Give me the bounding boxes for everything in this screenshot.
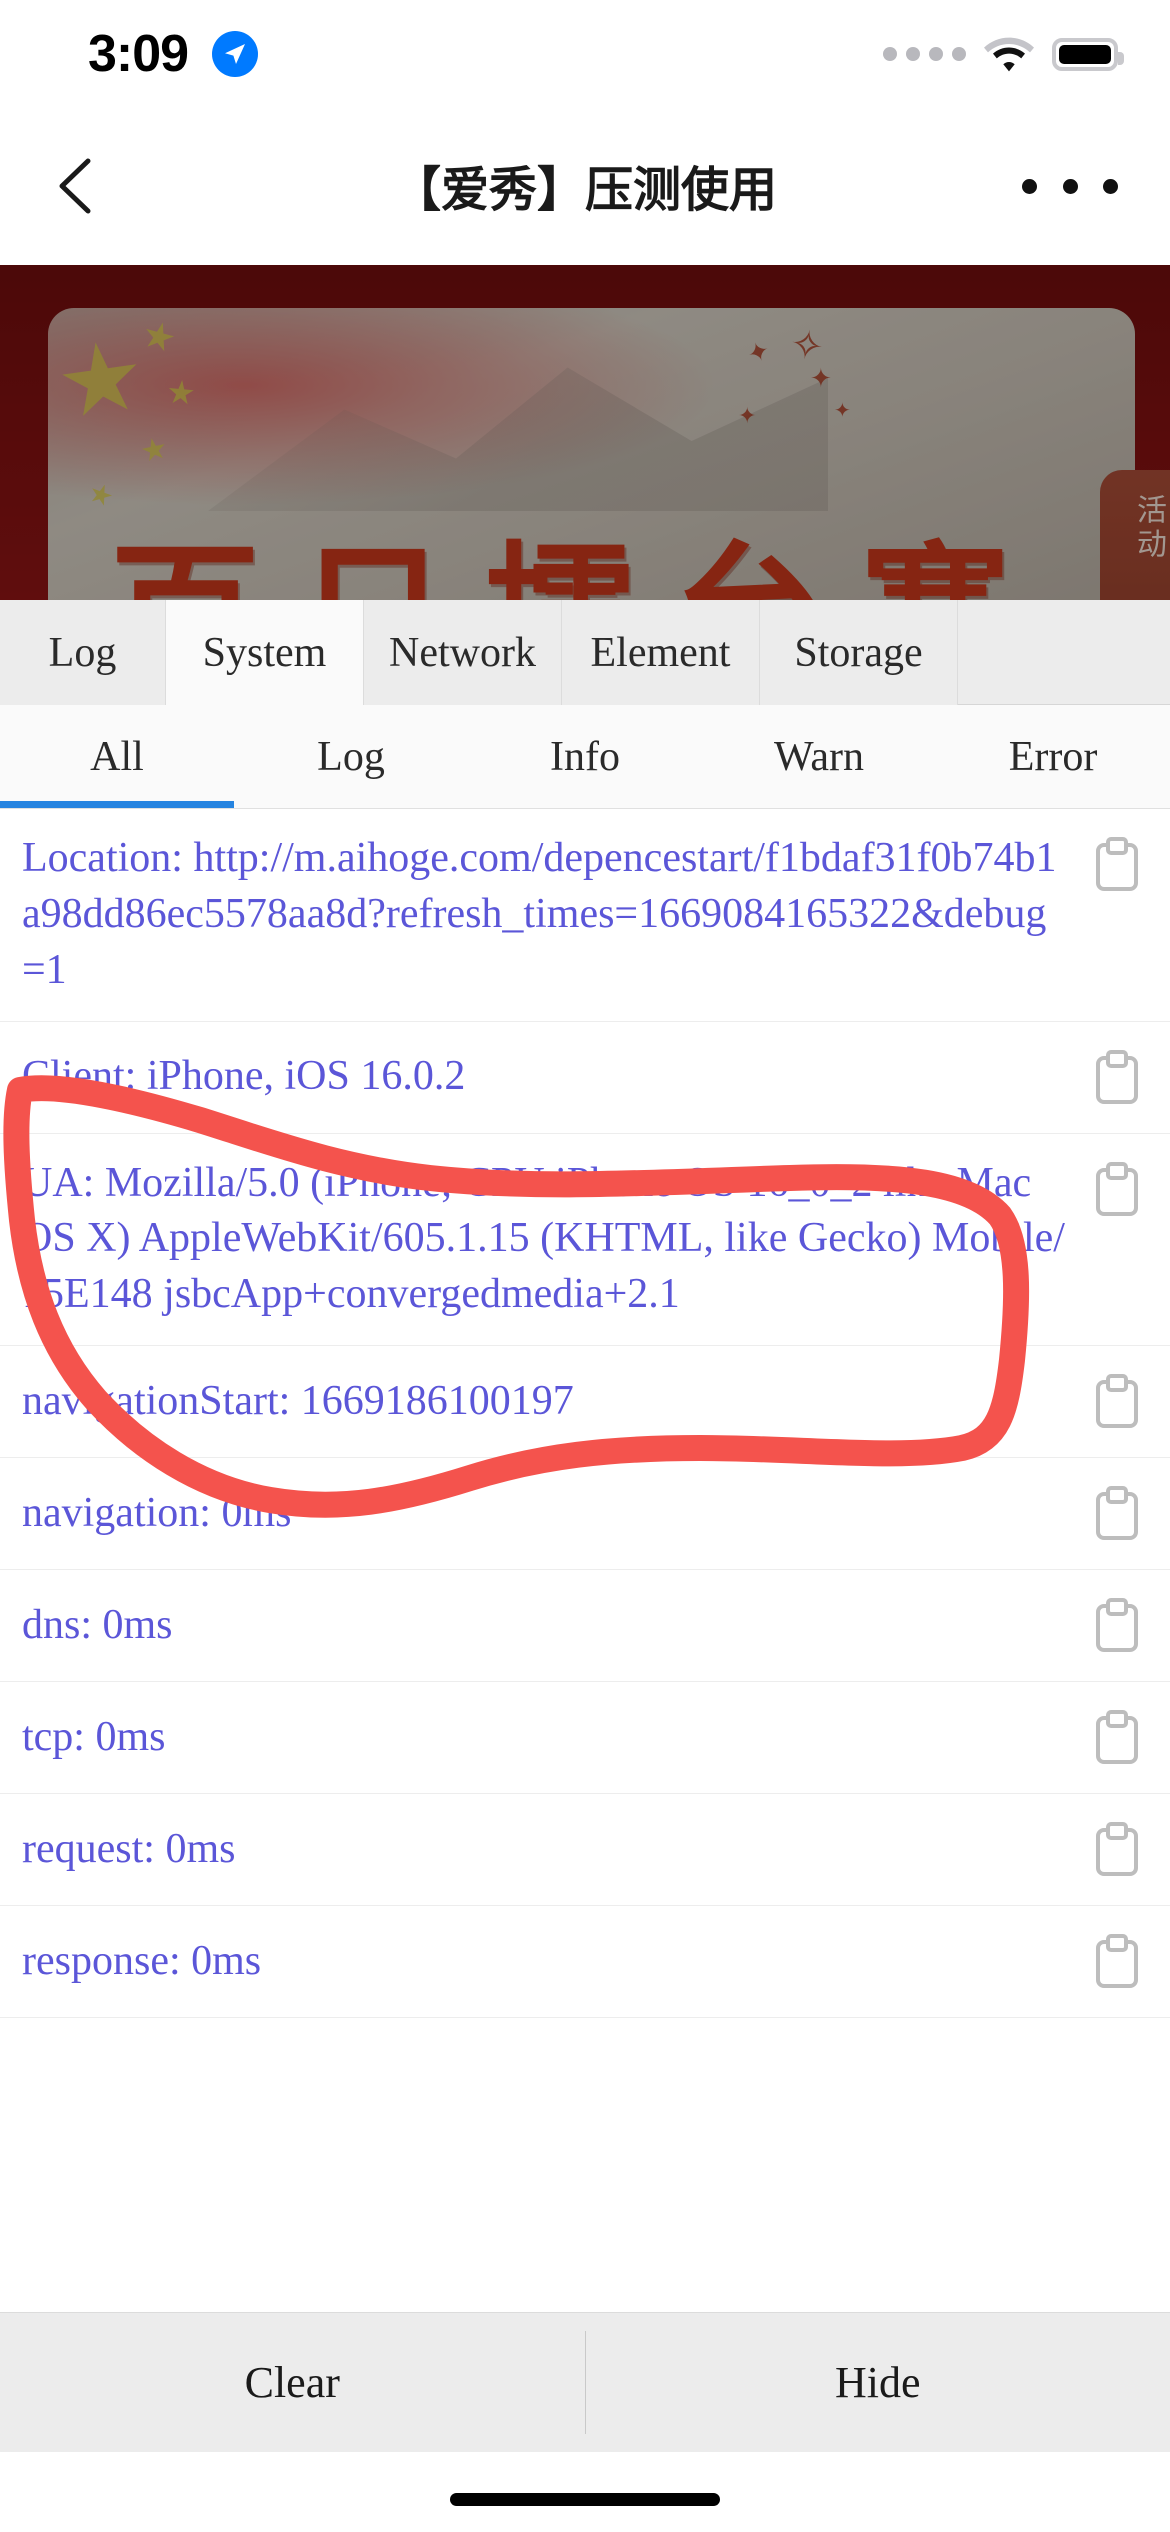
page-title: 【爱秀】压测使用	[392, 164, 777, 217]
log-row[interactable]: UA: Mozilla/5.0 (iPhone; CPU iPhone OS 1…	[0, 1134, 1170, 1347]
vconsole-filter-tabs: All Log Info Warn Error	[0, 705, 1170, 809]
filter-active-underline	[0, 801, 234, 808]
log-row[interactable]: tcp: 0ms	[0, 1682, 1170, 1795]
log-entry-text: Location: http://m.aihoge.com/depencesta…	[22, 835, 1057, 993]
vconsole-panel: Log System Network Element Storage All L…	[0, 600, 1170, 2452]
status-bar-indicators	[883, 30, 1124, 78]
log-entry-text: UA: Mozilla/5.0 (iPhone; CPU iPhone OS 1…	[22, 1159, 1065, 1318]
signal-dots-icon	[883, 47, 966, 61]
filter-warn[interactable]: Warn	[702, 705, 936, 808]
log-entry-text: navigationStart: 1669186100197	[22, 1377, 574, 1424]
clear-button[interactable]: Clear	[0, 2313, 585, 2452]
tabs-filler	[958, 600, 1170, 704]
filter-info[interactable]: Info	[468, 705, 702, 808]
navigation-bar: 【爱秀】压测使用	[0, 105, 1170, 265]
log-row[interactable]: navigationStart: 1669186100197	[0, 1346, 1170, 1459]
clipboard-copy-icon[interactable]	[1094, 1374, 1140, 1430]
banner-overlay-dim	[0, 265, 1170, 600]
filter-error[interactable]: Error	[936, 705, 1170, 808]
vconsole-footer: Clear Hide	[0, 2312, 1170, 2452]
more-horizontal-icon[interactable]	[1022, 163, 1118, 209]
clipboard-copy-icon[interactable]	[1094, 1486, 1140, 1542]
clipboard-copy-icon[interactable]	[1094, 1934, 1140, 1990]
tab-network[interactable]: Network	[364, 600, 562, 705]
log-entry-text: navigation: 0ms	[22, 1489, 292, 1536]
status-bar-time: 3:09	[88, 25, 189, 83]
web-page-banner: ✦ ✧ ✦ ✦ ✦ 百 日 擂 台 赛 活动	[0, 265, 1170, 600]
filter-all[interactable]: All	[0, 705, 234, 808]
tab-system[interactable]: System	[166, 600, 364, 705]
log-row[interactable]: dns: 0ms	[0, 1570, 1170, 1683]
clipboard-copy-icon[interactable]	[1094, 1598, 1140, 1654]
clipboard-copy-icon[interactable]	[1094, 837, 1140, 893]
log-entry-text: response: 0ms	[22, 1937, 262, 1984]
battery-icon	[1052, 37, 1124, 71]
vconsole-main-tabs: Log System Network Element Storage	[0, 600, 1170, 705]
log-row[interactable]: Client: iPhone, iOS 16.0.2	[0, 1022, 1170, 1134]
log-entry-text: dns: 0ms	[22, 1601, 173, 1648]
clipboard-copy-icon[interactable]	[1094, 1161, 1140, 1218]
tab-storage[interactable]: Storage	[760, 600, 958, 705]
tab-log[interactable]: Log	[0, 600, 166, 705]
log-row[interactable]: navigation: 0ms	[0, 1458, 1170, 1571]
tab-element[interactable]: Element	[562, 600, 760, 705]
log-entry-text: Client: iPhone, iOS 16.0.2	[22, 1053, 466, 1100]
hide-button[interactable]: Hide	[586, 2313, 1170, 2452]
clipboard-copy-icon[interactable]	[1094, 1710, 1140, 1766]
vconsole-log-list[interactable]: Location: http://m.aihoge.com/depencesta…	[0, 809, 1170, 2312]
home-indicator	[450, 2493, 720, 2506]
clipboard-copy-icon[interactable]	[1094, 1822, 1140, 1878]
wifi-icon	[984, 35, 1034, 73]
log-entry-text: request: 0ms	[22, 1825, 236, 1872]
status-bar: 3:09	[0, 0, 1170, 105]
log-row[interactable]: request: 0ms	[0, 1794, 1170, 1907]
filter-log[interactable]: Log	[234, 705, 468, 808]
phone-screen: 3:09 【爱秀】压测使用 ✦ ✧ ✦ ✦ ✦ 活动 Log System Ne…	[0, 0, 1170, 2532]
log-row[interactable]: response: 0ms	[0, 1906, 1170, 2019]
location-arrow-icon	[212, 31, 258, 77]
log-entry-text: tcp: 0ms	[22, 1713, 166, 1760]
clipboard-copy-icon[interactable]	[1094, 1049, 1140, 1106]
log-row[interactable]: Location: http://m.aihoge.com/depencesta…	[0, 809, 1170, 1022]
